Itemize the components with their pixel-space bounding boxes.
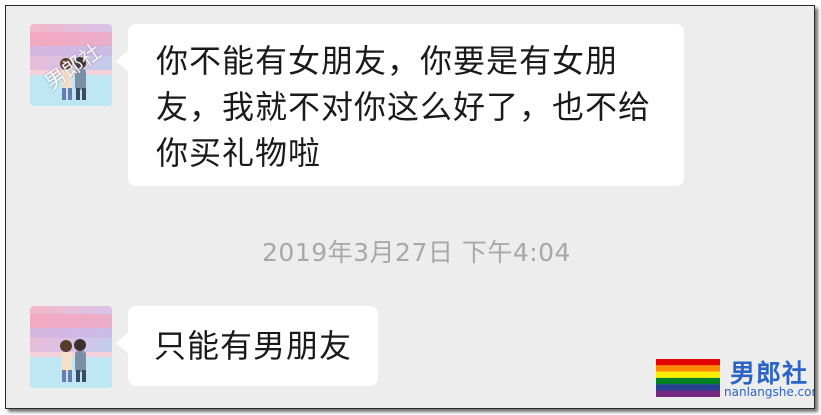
chat-screenshot: 男郎社 你不能有女朋友，你要是有女朋友，我就不对你这么好了，也不给你买礼物啦 2… bbox=[5, 5, 815, 409]
chat-timestamp: 2019年3月27日 下午4:04 bbox=[262, 238, 571, 267]
message-text-1: 你不能有女朋友，你要是有女朋友，我就不对你这么好了，也不给你买礼物啦 bbox=[156, 42, 652, 172]
rainbow-flag-icon bbox=[656, 359, 720, 397]
message-text-2: 只能有男朋友 bbox=[154, 327, 353, 365]
message-bubble-1[interactable]: 你不能有女朋友，你要是有女朋友，我就不对你这么好了，也不给你买礼物啦 bbox=[116, 24, 684, 186]
message-bubble-2[interactable]: 只能有男朋友 bbox=[116, 306, 378, 386]
contact-avatar[interactable]: 男郎社 bbox=[30, 24, 112, 106]
logo-url-text: nanlangshe.com bbox=[724, 385, 815, 399]
site-logo: 男郎社 nanlangshe.com bbox=[656, 358, 815, 404]
contact-avatar[interactable] bbox=[30, 306, 112, 388]
